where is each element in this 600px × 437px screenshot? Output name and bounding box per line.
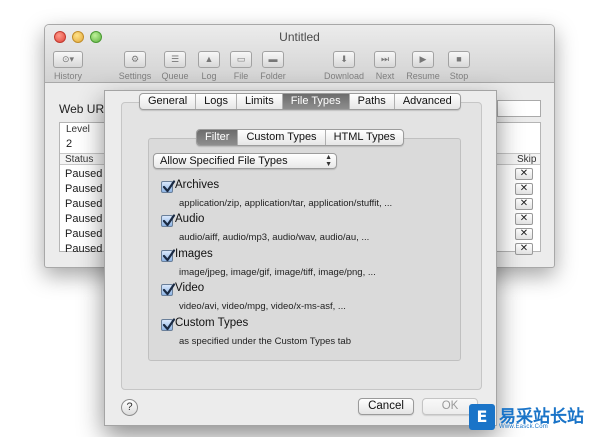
skip-button[interactable]: ✕ <box>515 228 533 240</box>
images-description: image/jpeg, image/gif, image/tiff, image… <box>179 267 376 278</box>
toolbar-settings-button[interactable]: ⚙ Settings <box>113 51 157 81</box>
gear-icon: ⚙ <box>124 51 146 68</box>
tab-logs[interactable]: Logs <box>195 94 236 109</box>
cancel-button[interactable]: Cancel <box>358 398 414 415</box>
level-value[interactable]: 2 <box>66 138 72 150</box>
tab-advanced[interactable]: Advanced <box>393 94 460 109</box>
video-checkbox[interactable] <box>161 283 176 296</box>
filter-mode-popup[interactable]: Allow Specified File Types ▲ ▼ <box>153 153 337 169</box>
popup-arrows-icon: ▲ ▼ <box>325 154 332 168</box>
skip-button[interactable]: ✕ <box>515 243 533 255</box>
download-icon: ⬇ <box>333 51 355 68</box>
status-cell: Paused <box>65 243 103 255</box>
toolbar-download-button[interactable]: ⬇ Download <box>322 51 366 81</box>
filter-mode-value: Allow Specified File Types <box>160 155 288 167</box>
play-icon: ▶ <box>412 51 434 68</box>
tab-paths[interactable]: Paths <box>348 94 394 109</box>
toolbar-label: Download <box>323 71 365 81</box>
video-description: video/avi, video/mpg, video/x-ms-asf, ..… <box>179 301 346 312</box>
tab-file-types[interactable]: File Types <box>281 94 349 109</box>
checkmark-icon <box>162 180 176 193</box>
audio-label[interactable]: Audio <box>175 213 204 225</box>
tab-limits[interactable]: Limits <box>236 94 282 109</box>
images-checkbox[interactable] <box>161 249 176 262</box>
window-title: Untitled <box>279 30 320 44</box>
file-types-subtabs: Filter Custom Types HTML Types <box>196 129 405 146</box>
toolbar-label: Folder <box>260 71 286 81</box>
custom-types-label[interactable]: Custom Types <box>175 317 248 329</box>
skip-column-header[interactable]: Skip <box>517 154 536 165</box>
window-toolbar: Untitled ⊙▾ History ⚙ Settings ☰ Queue ▲ Log ▭ Fi… <box>45 25 554 83</box>
archives-description: application/zip, application/tar, applic… <box>179 198 393 209</box>
status-cell: Paused <box>65 213 103 225</box>
warning-icon: ▲ <box>198 51 220 68</box>
web-url-field[interactable] <box>497 100 541 117</box>
checkmark-icon <box>162 283 176 296</box>
subtab-custom-types[interactable]: Custom Types <box>237 130 324 145</box>
archives-label[interactable]: Archives <box>175 179 219 191</box>
history-icon: ⊙▾ <box>53 51 83 68</box>
help-button[interactable]: ? <box>121 399 138 416</box>
watermark: E 易采站长站 Www.Easck.Com <box>463 400 600 437</box>
audio-checkbox[interactable] <box>161 214 176 227</box>
custom-types-description: as specified under the Custom Types tab <box>179 336 351 347</box>
skip-button[interactable]: ✕ <box>515 213 533 225</box>
subtab-filter[interactable]: Filter <box>197 130 238 145</box>
status-cell: Paused <box>65 183 103 195</box>
custom-types-checkbox[interactable] <box>161 318 176 331</box>
skip-button[interactable]: ✕ <box>515 168 533 180</box>
status-column-header[interactable]: Status <box>65 154 93 165</box>
video-label[interactable]: Video <box>175 282 204 294</box>
toolbar-folder-button[interactable]: ▬ Folder <box>251 51 295 81</box>
watermark-subtext: Www.Easck.Com <box>499 424 548 430</box>
skip-button[interactable]: ✕ <box>515 198 533 210</box>
subtab-html-types[interactable]: HTML Types <box>324 130 404 145</box>
next-icon: ⏭ <box>374 51 396 68</box>
preferences-tabs: General Logs Limits File Types Paths Advanced <box>139 93 461 110</box>
preferences-sheet: General Logs Limits File Types Paths Advanced… <box>104 90 497 426</box>
toolbar-label: Settings <box>118 71 152 81</box>
audio-description: audio/aiff, audio/mp3, audio/wav, audio/… <box>179 232 370 243</box>
status-cell: Paused <box>65 228 103 240</box>
tab-general[interactable]: General <box>140 94 195 109</box>
checkmark-icon <box>162 214 176 227</box>
images-label[interactable]: Images <box>175 248 213 260</box>
level-header: Level <box>66 124 90 135</box>
folder-icon: ▬ <box>262 51 284 68</box>
skip-button[interactable]: ✕ <box>515 183 533 195</box>
status-cell: Paused <box>65 198 103 210</box>
toolbar-history-button[interactable]: ⊙▾ History <box>46 51 90 81</box>
status-cell: Paused <box>65 168 103 180</box>
queue-icon: ☰ <box>164 51 186 68</box>
checkmark-icon <box>162 249 176 262</box>
checkmark-icon <box>162 318 176 331</box>
toolbar-label: History <box>53 71 82 81</box>
toolbar-label: Stop <box>449 71 469 81</box>
file-icon: ▭ <box>230 51 252 68</box>
watermark-logo-icon: E <box>469 404 495 430</box>
archives-checkbox[interactable] <box>161 180 176 193</box>
toolbar-stop-button[interactable]: ■ Stop <box>437 51 481 81</box>
stop-icon: ■ <box>448 51 470 68</box>
